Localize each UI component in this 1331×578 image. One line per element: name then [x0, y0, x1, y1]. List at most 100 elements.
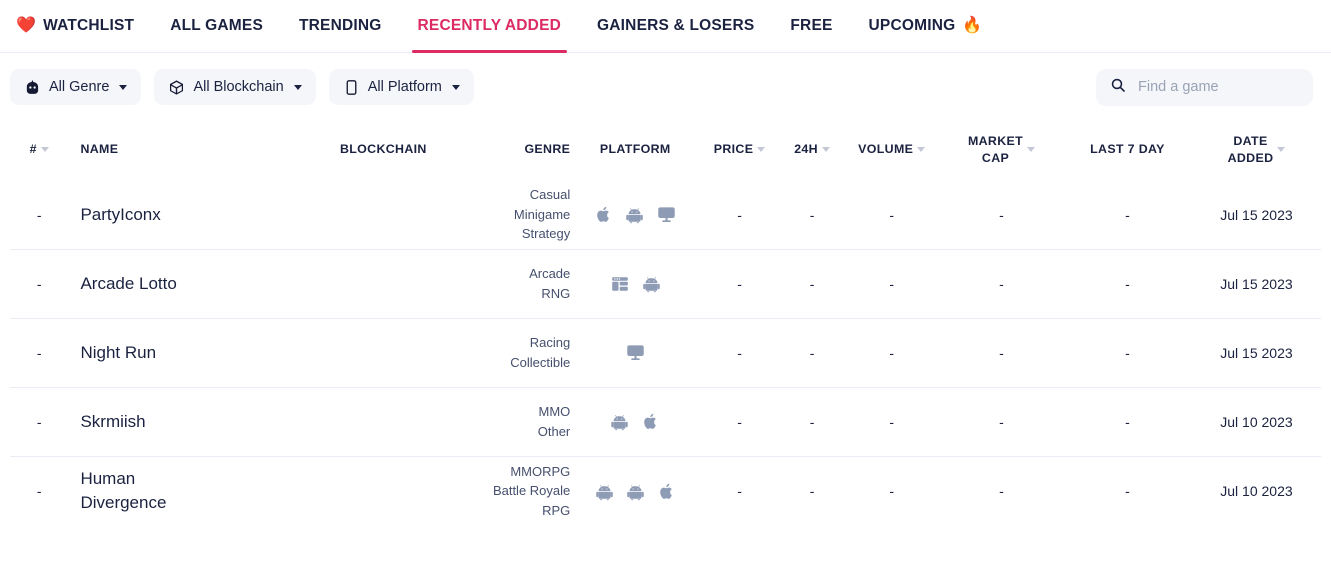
cell-price: - [737, 413, 742, 430]
cell-genre: MMORPG Battle Royale RPG [492, 463, 571, 518]
cell-volume: - [889, 483, 895, 500]
nav-tab-trending[interactable]: TRENDING [281, 0, 400, 53]
chevron-down-icon [451, 84, 460, 90]
games-table: # NAME BLOCKCHAIN GENRE PLATFORM PRICE 2… [10, 121, 1321, 525]
cell-name[interactable]: Night Run [68, 318, 300, 387]
sort-caret-icon[interactable] [1277, 147, 1286, 153]
table-row[interactable]: - Human Divergence MMORPG Battle Royale RPG - -… [10, 456, 1321, 525]
cell-genre: Casual Minigame Strategy [513, 187, 571, 242]
cell-name[interactable]: PartyIconx [68, 180, 300, 249]
main-nav: ❤️ WATCHLIST ALL GAMES TRENDING RECENTLY… [0, 0, 1331, 53]
mobile-icon [343, 79, 360, 96]
column-header-platform[interactable]: PLATFORM [572, 121, 698, 180]
filter-bar: All Genre All Blockchain All Platform [0, 53, 1331, 121]
search-box[interactable] [1096, 68, 1313, 106]
cell-volume: - [889, 344, 895, 361]
cell-date-added: Jul 10 2023 [1220, 483, 1293, 500]
games-table-body: - PartyIconx Casual Minigame Strategy - - - - - Ju… [10, 180, 1321, 525]
cell-price: - [737, 344, 742, 361]
column-label: NAME [80, 141, 119, 156]
cell-genre: Racing Collectible [510, 335, 571, 370]
sort-caret-icon[interactable] [1027, 147, 1036, 153]
cell-name[interactable]: Human Divergence [68, 456, 300, 525]
sort-caret-icon[interactable] [821, 147, 830, 153]
nav-tab-all-games[interactable]: ALL GAMES [152, 0, 281, 53]
cell-market-cap: - [999, 483, 1004, 500]
table-row[interactable]: - Skrmiish MMO Other - - - - - Jul 10 2023 [10, 387, 1321, 456]
platform-filter-dropdown[interactable]: All Platform [328, 69, 474, 105]
column-header-name[interactable]: NAME [68, 121, 300, 180]
column-label: 24H [794, 141, 818, 156]
cell-name[interactable]: Arcade Lotto [68, 249, 300, 318]
games-table-container: # NAME BLOCKCHAIN GENRE PLATFORM PRICE 2… [0, 121, 1331, 525]
nav-tab-label: RECENTLY ADDED [417, 17, 562, 34]
cube-icon [168, 79, 185, 96]
browser-icon [611, 275, 629, 293]
column-header-24h[interactable]: 24H [781, 121, 843, 180]
platform-filter-label: All Platform [367, 79, 442, 95]
sort-caret-icon[interactable] [917, 147, 926, 153]
search-icon [1110, 77, 1126, 98]
column-header-genre[interactable]: GENRE [466, 121, 572, 180]
table-header-row: # NAME BLOCKCHAIN GENRE PLATFORM PRICE 2… [10, 121, 1321, 180]
cell-platform [572, 318, 698, 387]
genre-filter-dropdown[interactable]: All Genre [10, 69, 142, 105]
column-header-price[interactable]: PRICE [698, 121, 781, 180]
cell-genre: MMO Other [537, 404, 571, 439]
cell-blockchain [300, 249, 466, 318]
cell-last-7-day: - [1125, 206, 1130, 223]
blockchain-filter-dropdown[interactable]: All Blockchain [154, 69, 316, 105]
cell-last-7-day: - [1125, 275, 1130, 292]
cell-blockchain [300, 456, 466, 525]
sort-caret-icon[interactable] [757, 147, 766, 153]
cell-platform [572, 249, 698, 318]
nav-tab-label: TRENDING [298, 17, 382, 34]
nav-tab-watchlist[interactable]: ❤️ WATCHLIST [10, 0, 152, 53]
cell-24h: - [809, 275, 815, 292]
games-table-header: # NAME BLOCKCHAIN GENRE PLATFORM PRICE 2… [10, 121, 1321, 180]
chevron-down-icon [119, 84, 128, 90]
cell-last-7-day: - [1125, 483, 1130, 500]
search-input[interactable] [1136, 78, 1299, 96]
cell-genre: Arcade RNG [529, 266, 571, 301]
column-header-rank[interactable]: # [10, 121, 68, 180]
android-icon [611, 412, 628, 431]
cell-market-cap: - [999, 275, 1004, 292]
cell-date-added: Jul 15 2023 [1220, 275, 1293, 292]
apple-icon [642, 412, 659, 431]
android-icon [595, 482, 613, 501]
cell-date-added: Jul 10 2023 [1220, 413, 1293, 430]
table-row[interactable]: - Arcade Lotto Arcade RNG - - - - - Jul 15 2023 [10, 249, 1321, 318]
sort-caret-icon[interactable] [40, 147, 49, 153]
nav-tab-upcoming[interactable]: UPCOMING 🔥 [851, 0, 1001, 53]
nav-tab-label: UPCOMING [868, 17, 956, 34]
genre-filter-label: All Genre [49, 79, 110, 95]
nav-tab-recently-added[interactable]: RECENTLY ADDED [400, 0, 579, 53]
nav-tab-label: ALL GAMES [170, 17, 263, 34]
column-header-market-cap[interactable]: MARKET CAP [940, 121, 1063, 180]
column-label: DATE ADDED [1227, 134, 1274, 165]
table-row[interactable]: - PartyIconx Casual Minigame Strategy - - - - - Ju… [10, 180, 1321, 249]
cell-rank: - [36, 344, 42, 361]
android-icon [642, 274, 660, 293]
cell-24h: - [809, 413, 815, 430]
cell-name[interactable]: Skrmiish [68, 387, 300, 456]
column-label: PLATFORM [599, 141, 671, 156]
nav-tab-label: WATCHLIST [43, 17, 135, 34]
column-label: # [29, 141, 37, 156]
heart-icon: ❤️ [16, 17, 37, 34]
cell-rank: - [36, 483, 42, 500]
column-header-date-added[interactable]: DATE ADDED [1192, 121, 1321, 180]
column-header-volume[interactable]: VOLUME [843, 121, 940, 180]
nav-tab-gainers-losers[interactable]: GAINERS & LOSERS [579, 0, 772, 53]
column-label: VOLUME [858, 141, 914, 156]
column-label: PRICE [713, 141, 754, 156]
cell-blockchain [300, 387, 466, 456]
table-row[interactable]: - Night Run Racing Collectible - - - - - Jul 15 2… [10, 318, 1321, 387]
nav-tab-free[interactable]: FREE [772, 0, 850, 53]
cell-rank: - [36, 206, 42, 223]
cell-volume: - [889, 275, 895, 292]
column-header-blockchain[interactable]: BLOCKCHAIN [300, 121, 466, 180]
column-header-last-7-day[interactable]: LAST 7 DAY [1063, 121, 1192, 180]
gamepad-icon [24, 79, 41, 96]
